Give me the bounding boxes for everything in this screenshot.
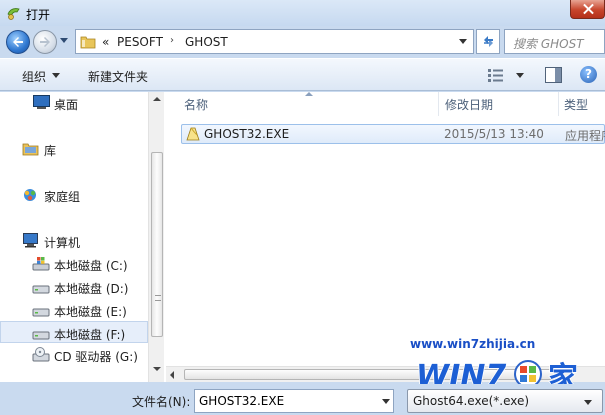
view-dropdown[interactable]: [516, 73, 524, 78]
nav-item-homegroup[interactable]: 家庭组: [0, 184, 148, 206]
chevron-down-icon: [52, 73, 60, 78]
help-icon[interactable]: ?: [580, 66, 597, 83]
nav-item-cd-drive[interactable]: CD 驱动器 (G:): [0, 344, 148, 366]
search-input[interactable]: 搜索 GHOST: [513, 35, 584, 52]
main-area: 桌面 库 家庭组 计算机 本地磁盘 (C:) 本地磁盘 (D:) 本地磁盘 (E…: [0, 92, 605, 394]
sort-indicator-icon: [305, 92, 313, 96]
nav-item-drive-f[interactable]: 本地磁盘 (F:): [0, 321, 148, 343]
nav-item-label: 本地磁盘 (E:): [54, 305, 127, 319]
view-options-icon[interactable]: [488, 69, 506, 82]
scrollbar-thumb[interactable]: [151, 152, 163, 337]
navigation-pane[interactable]: 桌面 库 家庭组 计算机 本地磁盘 (C:) 本地磁盘 (D:) 本地磁盘 (E…: [0, 92, 148, 382]
watermark-url: www.win7zhijia.cn: [410, 337, 536, 351]
filename-input[interactable]: [194, 389, 394, 413]
desktop-icon: [33, 95, 50, 109]
library-icon: [22, 143, 39, 156]
nav-item-label: 本地磁盘 (D:): [54, 282, 129, 296]
executable-icon: [186, 127, 200, 141]
file-type: 应用程序: [565, 129, 605, 143]
scroll-up-icon[interactable]: [153, 97, 161, 101]
filename-label: 文件名(N):: [132, 395, 191, 409]
search-box[interactable]: 搜索 GHOST: [504, 29, 605, 54]
system-drive-icon: [32, 257, 50, 271]
nav-item-desktop[interactable]: 桌面: [0, 92, 148, 114]
filename-history-dropdown[interactable]: [382, 399, 390, 404]
address-dropdown[interactable]: [459, 39, 467, 44]
column-header-type[interactable]: 类型: [564, 96, 588, 113]
nav-item-drive-c[interactable]: 本地磁盘 (C:): [0, 253, 148, 275]
address-bar[interactable]: « PESOFT › GHOST: [75, 29, 474, 54]
nav-item-library[interactable]: 库: [0, 138, 148, 160]
back-button[interactable]: [6, 30, 30, 54]
cd-drive-icon: [32, 347, 50, 362]
nav-item-label: 计算机: [44, 236, 81, 250]
navigation-scrollbar[interactable]: [148, 92, 164, 382]
bottom-bar: 文件名(N): Ghost64.exe(*.exe): [0, 384, 605, 415]
window-title: 打开: [26, 8, 51, 22]
file-name: GHOST32.EXE: [204, 127, 290, 141]
nav-item-label: 家庭组: [44, 190, 81, 204]
organize-button[interactable]: 组织: [22, 68, 46, 85]
close-button[interactable]: [570, 0, 605, 19]
breadcrumb-pesoft[interactable]: PESOFT: [117, 35, 163, 49]
column-header-date[interactable]: 修改日期: [445, 96, 493, 113]
title-bar[interactable]: 打开: [0, 0, 605, 26]
command-bar: 组织 新建文件夹 ?: [0, 58, 605, 91]
refresh-button[interactable]: [476, 29, 500, 54]
drive-icon: [32, 285, 50, 294]
drive-icon: [32, 308, 50, 317]
forward-button[interactable]: [33, 30, 57, 54]
nav-item-computer[interactable]: 计算机: [0, 230, 148, 252]
chevron-down-icon: [584, 400, 592, 405]
homegroup-icon: [24, 189, 36, 201]
address-row: « PESOFT › GHOST 搜索 GHOST: [0, 26, 605, 56]
arrow-right-icon: [40, 37, 50, 47]
nav-item-drive-d[interactable]: 本地磁盘 (D:): [0, 276, 148, 298]
drive-icon: [32, 331, 50, 340]
preview-pane-icon[interactable]: [545, 67, 562, 83]
breadcrumb-separator[interactable]: ›: [170, 35, 174, 46]
folder-icon: [80, 36, 96, 49]
file-list[interactable]: 名称 修改日期 类型 GHOST32.EXE 2015/5/13 13:40 应…: [166, 92, 605, 382]
computer-icon: [23, 233, 38, 248]
nav-item-label: CD 驱动器 (G:): [54, 350, 138, 364]
new-folder-button[interactable]: 新建文件夹: [88, 68, 148, 85]
nav-item-drive-e[interactable]: 本地磁盘 (E:): [0, 299, 148, 321]
nav-item-label: 桌面: [54, 98, 79, 112]
nav-item-label: 库: [44, 144, 57, 158]
nav-item-label: 本地磁盘 (C:): [54, 259, 128, 273]
breadcrumb-ghost[interactable]: GHOST: [185, 35, 228, 49]
scroll-down-icon[interactable]: [153, 367, 161, 371]
address-overflow[interactable]: «: [102, 35, 109, 49]
file-date: 2015/5/13 13:40: [444, 127, 544, 141]
refresh-icon: [484, 36, 493, 47]
recent-locations-dropdown[interactable]: [60, 38, 68, 43]
file-type-value: Ghost64.exe(*.exe): [413, 394, 530, 408]
open-dialog-icon: [7, 8, 20, 20]
nav-item-label: 本地磁盘 (F:): [54, 328, 126, 342]
scroll-left-icon[interactable]: [170, 371, 174, 379]
column-header-name[interactable]: 名称: [184, 96, 208, 113]
file-type-select[interactable]: Ghost64.exe(*.exe): [407, 389, 603, 413]
file-row-ghost32[interactable]: GHOST32.EXE 2015/5/13 13:40 应用程序: [181, 124, 605, 144]
arrow-left-icon: [13, 37, 23, 47]
